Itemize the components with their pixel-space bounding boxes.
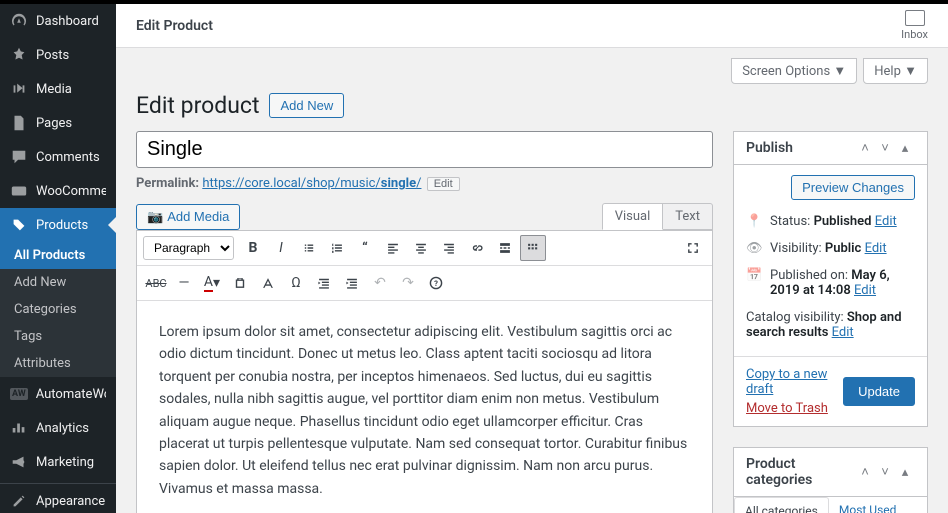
readmore-button[interactable] bbox=[492, 235, 518, 261]
redo-button[interactable]: ↷ bbox=[395, 270, 421, 296]
sidebar-item-products[interactable]: Products bbox=[0, 208, 116, 242]
help-toggle[interactable]: Help ▼ bbox=[863, 58, 928, 84]
permalink-edit-button[interactable]: Edit bbox=[427, 177, 460, 191]
editor-body[interactable]: Lorem ipsum dolor sit amet, consectetur … bbox=[137, 301, 712, 513]
chevron-up-icon[interactable]: ˄ bbox=[855, 140, 875, 156]
sidebar-subitem-attributes[interactable]: Attributes bbox=[0, 350, 116, 377]
italic-button[interactable]: I bbox=[268, 235, 294, 261]
align-right-button[interactable] bbox=[436, 235, 462, 261]
clear-format-button[interactable] bbox=[255, 270, 281, 296]
sidebar-item-woocommerce[interactable]: WooCommerce bbox=[0, 174, 116, 208]
page-header: Edit Product Inbox bbox=[116, 4, 948, 48]
fullscreen-button[interactable] bbox=[680, 235, 706, 261]
preview-changes-button[interactable]: Preview Changes bbox=[791, 175, 915, 200]
eye-icon: 👁 bbox=[746, 241, 762, 256]
undo-button[interactable]: ↶ bbox=[367, 270, 393, 296]
media-icon bbox=[10, 80, 28, 98]
tab-all-categories[interactable]: All categories bbox=[734, 497, 829, 513]
indent-button[interactable] bbox=[339, 270, 365, 296]
sidebar-subitem-add-new[interactable]: Add New bbox=[0, 269, 116, 296]
inbox-button[interactable]: Inbox bbox=[901, 10, 928, 41]
copy-draft-link[interactable]: Copy to a new draft bbox=[746, 367, 843, 397]
analytics-icon bbox=[10, 419, 28, 437]
add-media-button[interactable]: 📷 Add Media bbox=[136, 204, 240, 230]
sidebar-subitem-tags[interactable]: Tags bbox=[0, 323, 116, 350]
number-list-button[interactable] bbox=[324, 235, 350, 261]
screen-options-toggle[interactable]: Screen Options ▼ bbox=[731, 58, 857, 84]
calendar-icon: 📅 bbox=[746, 268, 762, 283]
blockquote-button[interactable]: “ bbox=[352, 235, 378, 261]
sidebar-subitem-categories[interactable]: Categories bbox=[0, 296, 116, 323]
products-icon bbox=[10, 216, 28, 234]
woocommerce-icon bbox=[10, 182, 28, 200]
special-char-button[interactable]: Ω bbox=[283, 270, 309, 296]
text-color-button[interactable]: A ▾ bbox=[199, 270, 225, 296]
publish-box: Publish ˄ ˅ ▴ Preview Changes 📍Status: P… bbox=[733, 131, 928, 427]
toolbar-toggle-button[interactable] bbox=[520, 235, 546, 261]
strikethrough-button[interactable]: ABC bbox=[143, 270, 169, 296]
product-title-input[interactable] bbox=[136, 131, 713, 168]
page-title: Edit product bbox=[136, 92, 259, 119]
posts-icon bbox=[10, 46, 28, 64]
inbox-icon bbox=[905, 10, 925, 26]
caret-up-icon[interactable]: ▴ bbox=[895, 465, 915, 480]
bold-button[interactable]: B bbox=[240, 235, 266, 261]
chevron-down-icon[interactable]: ˅ bbox=[875, 464, 895, 480]
tab-most-used[interactable]: Most Used bbox=[829, 497, 907, 513]
product-categories-box: Product categories ˄ ˅ ▴ All categories … bbox=[733, 447, 928, 513]
update-button[interactable]: Update bbox=[843, 377, 915, 406]
edit-status-link[interactable]: Edit bbox=[875, 214, 897, 229]
link-button[interactable] bbox=[464, 235, 490, 261]
tab-text[interactable]: Text bbox=[663, 203, 713, 230]
keyboard-help-button[interactable]: ? bbox=[423, 270, 449, 296]
edit-catalog-link[interactable]: Edit bbox=[832, 325, 854, 340]
caret-up-icon[interactable]: ▴ bbox=[895, 141, 915, 156]
sidebar-item-pages[interactable]: Pages bbox=[0, 106, 116, 140]
page-header-title: Edit Product bbox=[136, 18, 213, 34]
camera-icon: 📷 bbox=[147, 209, 163, 225]
admin-sidebar: DashboardPostsMediaPagesCommentsWooComme… bbox=[0, 4, 116, 513]
marketing-icon bbox=[10, 453, 28, 471]
format-select[interactable]: Paragraph bbox=[143, 236, 234, 260]
sidebar-item-dashboard[interactable]: Dashboard bbox=[0, 4, 116, 38]
sidebar-item-marketing[interactable]: Marketing bbox=[0, 445, 116, 479]
edit-visibility-link[interactable]: Edit bbox=[865, 241, 887, 256]
move-trash-link[interactable]: Move to Trash bbox=[746, 401, 843, 416]
sidebar-item-automatewoo[interactable]: AWAutomateWoo bbox=[0, 377, 116, 411]
sidebar-item-comments[interactable]: Comments bbox=[0, 140, 116, 174]
pin-icon: 📍 bbox=[746, 214, 762, 229]
outdent-button[interactable] bbox=[311, 270, 337, 296]
appearance-icon bbox=[10, 492, 28, 510]
permalink-row: Permalink: https://core.local/shop/music… bbox=[136, 176, 713, 191]
comments-icon bbox=[10, 148, 28, 166]
align-left-button[interactable] bbox=[380, 235, 406, 261]
sidebar-item-analytics[interactable]: Analytics bbox=[0, 411, 116, 445]
sidebar-item-posts[interactable]: Posts bbox=[0, 38, 116, 72]
sidebar-item-appearance[interactable]: Appearance bbox=[0, 484, 116, 513]
dashboard-icon bbox=[10, 12, 28, 30]
hr-button[interactable]: — bbox=[171, 270, 197, 296]
svg-text:?: ? bbox=[434, 279, 438, 288]
add-new-button[interactable]: Add New bbox=[269, 93, 344, 118]
sidebar-item-media[interactable]: Media bbox=[0, 72, 116, 106]
paste-text-button[interactable] bbox=[227, 270, 253, 296]
automatewoo-icon: AW bbox=[10, 385, 28, 403]
pages-icon bbox=[10, 114, 28, 132]
content-editor: Paragraph B I “ bbox=[136, 230, 713, 513]
chevron-up-icon[interactable]: ˄ bbox=[855, 464, 875, 480]
tab-visual[interactable]: Visual bbox=[602, 203, 664, 230]
sidebar-subitem-all-products[interactable]: All Products bbox=[0, 242, 116, 269]
bullet-list-button[interactable] bbox=[296, 235, 322, 261]
chevron-down-icon[interactable]: ˅ bbox=[875, 140, 895, 156]
permalink-link[interactable]: https://core.local/shop/music/single/ bbox=[202, 176, 421, 191]
align-center-button[interactable] bbox=[408, 235, 434, 261]
edit-date-link[interactable]: Edit bbox=[854, 283, 876, 298]
